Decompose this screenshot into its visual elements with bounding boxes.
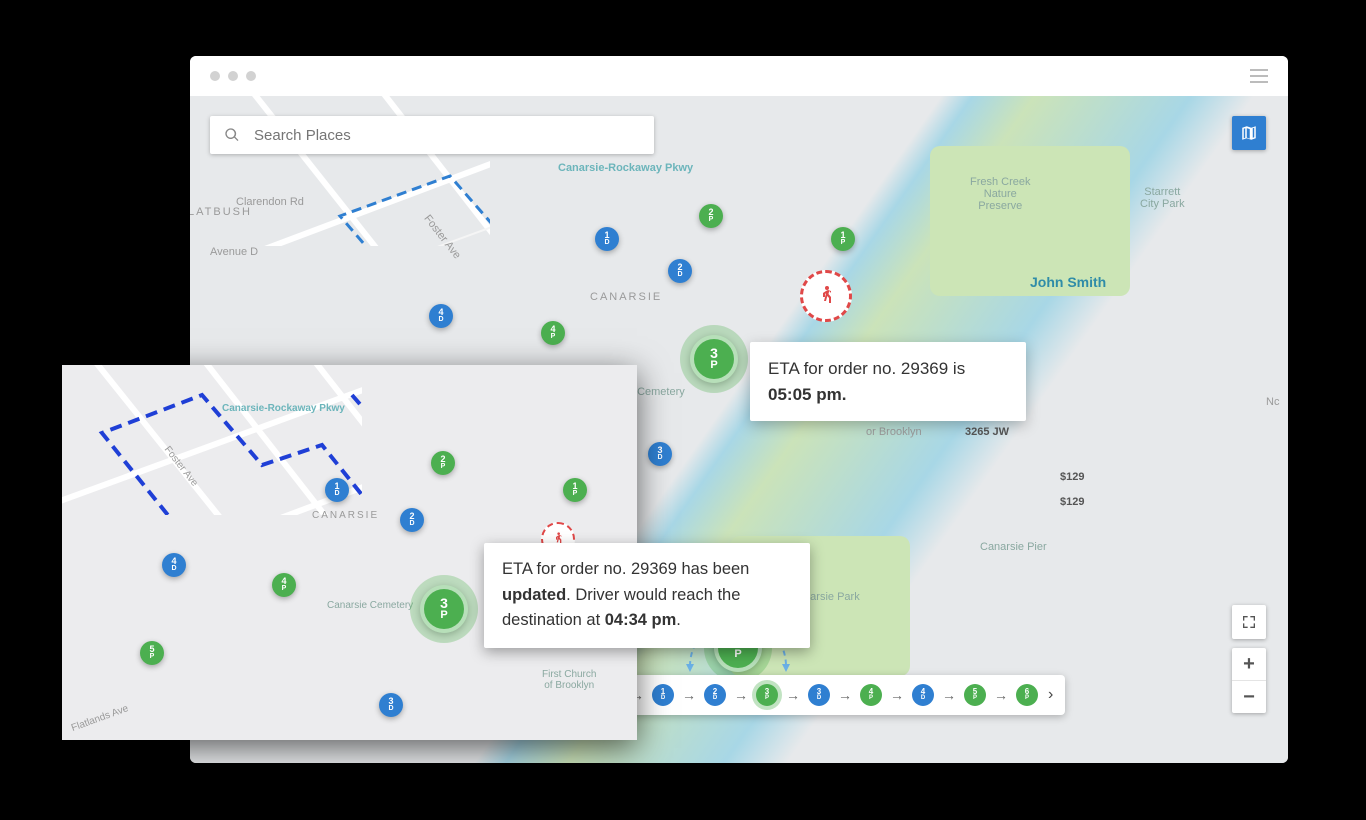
route-pin[interactable]: 4D — [429, 304, 453, 328]
browser-chrome — [190, 56, 1288, 96]
arrow-icon: → — [890, 687, 904, 703]
route-pin[interactable]: 2P — [699, 204, 723, 228]
map-label: Canarsie-Rockaway Pkwy — [222, 403, 345, 414]
map-layers-button[interactable] — [1232, 116, 1266, 150]
route-pin[interactable]: 5P — [140, 641, 164, 665]
timeline-stop[interactable]: 3P — [756, 684, 778, 706]
arrow-icon: → — [682, 687, 696, 703]
timeline-stop[interactable]: 6P — [1016, 684, 1038, 706]
timeline-stop[interactable]: 4D — [912, 684, 934, 706]
map-label: CANARSIE — [312, 510, 379, 521]
arrow-icon: → — [786, 687, 800, 703]
map-label: Nc — [1266, 396, 1279, 408]
arrow-icon: → — [994, 687, 1008, 703]
route-pin-highlight[interactable]: 3P — [690, 335, 738, 383]
route-pin[interactable]: 1D — [595, 227, 619, 251]
eta-text: ETA for order no. 29369 is 05:05 pm. — [768, 359, 965, 404]
roads — [62, 365, 362, 515]
map-label: First Church of Brooklyn — [542, 669, 596, 691]
update-text: ETA for order no. 29369 has been updated… — [502, 560, 749, 629]
price-label: 3265 JW — [965, 426, 1009, 438]
agent-marker[interactable] — [800, 270, 852, 322]
route-pin-highlight[interactable]: 3P — [420, 585, 468, 633]
eta-card: ETA for order no. 29369 is 05:05 pm. — [750, 342, 1026, 421]
route-timeline[interactable]: → 1D→2D→3P→3D→4P→4D→5P→6P› — [620, 675, 1065, 715]
price-label: $129 — [1060, 496, 1084, 508]
zoom-control: + − — [1232, 648, 1266, 713]
timeline-stop[interactable]: 5P — [964, 684, 986, 706]
timeline-next-button[interactable]: › — [1046, 686, 1055, 704]
arrow-icon: → — [734, 687, 748, 703]
search-input[interactable] — [252, 126, 640, 145]
map-label: CANARSIE — [590, 291, 662, 303]
route-pin[interactable]: 4D — [162, 553, 186, 577]
price-label: $129 — [1060, 471, 1084, 483]
window-dot — [210, 71, 220, 81]
route-pin[interactable]: 1P — [563, 478, 587, 502]
timeline-stop[interactable]: 4P — [860, 684, 882, 706]
zoom-out-button[interactable]: − — [1232, 680, 1266, 713]
zoom-in-button[interactable]: + — [1232, 648, 1266, 680]
search-icon — [224, 127, 240, 143]
map-label: Avenue D — [210, 246, 258, 258]
window-dots — [210, 71, 256, 81]
map-label: Starrett City Park — [1140, 186, 1185, 210]
route-pin[interactable]: 2D — [400, 508, 424, 532]
map-icon — [1240, 124, 1258, 142]
search-box[interactable] — [210, 116, 654, 154]
route-pin[interactable]: 1D — [325, 478, 349, 502]
route-pin[interactable]: 2P — [431, 451, 455, 475]
fullscreen-button[interactable] — [1232, 605, 1266, 639]
arrow-icon: → — [838, 687, 852, 703]
map-label: Canarsie Pier — [980, 541, 1047, 553]
map-label: Canarsie-Rockaway Pkwy — [558, 162, 693, 174]
window-dot — [246, 71, 256, 81]
menu-icon[interactable] — [1250, 69, 1268, 83]
eta-update-card: ETA for order no. 29369 has been updated… — [484, 543, 810, 648]
timeline-stop[interactable]: 3D — [808, 684, 830, 706]
route-pin[interactable]: 2D — [668, 259, 692, 283]
timeline-stop[interactable]: 1D — [652, 684, 674, 706]
route-pin[interactable]: 3D — [379, 693, 403, 717]
map-label: Clarendon Rd — [236, 196, 304, 208]
route-pin[interactable]: 1P — [831, 227, 855, 251]
route-pin[interactable]: 3D — [648, 442, 672, 466]
map-label: Fresh Creek Nature Preserve — [970, 176, 1031, 212]
map-label: Canarsie Cemetery — [327, 600, 413, 611]
window-dot — [228, 71, 238, 81]
fullscreen-icon — [1241, 614, 1257, 630]
map-label: or Brooklyn — [866, 426, 922, 438]
route-pin[interactable]: 4P — [541, 321, 565, 345]
user-label[interactable]: John Smith — [1030, 274, 1106, 290]
map-label: Flatlands Ave — [70, 703, 130, 734]
arrow-icon: → — [942, 687, 956, 703]
timeline-stop[interactable]: 2D — [704, 684, 726, 706]
route-pin[interactable]: 4P — [272, 573, 296, 597]
